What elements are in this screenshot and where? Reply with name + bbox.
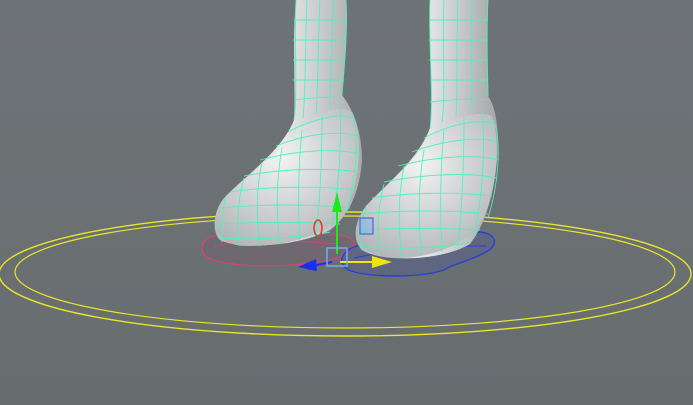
ground-ring-curve[interactable] <box>0 211 692 337</box>
scene-canvas[interactable] <box>0 0 693 405</box>
plane-handle-icon[interactable] <box>359 217 374 235</box>
3d-viewport[interactable] <box>0 0 693 405</box>
right-leg-mesh[interactable] <box>355 0 499 259</box>
